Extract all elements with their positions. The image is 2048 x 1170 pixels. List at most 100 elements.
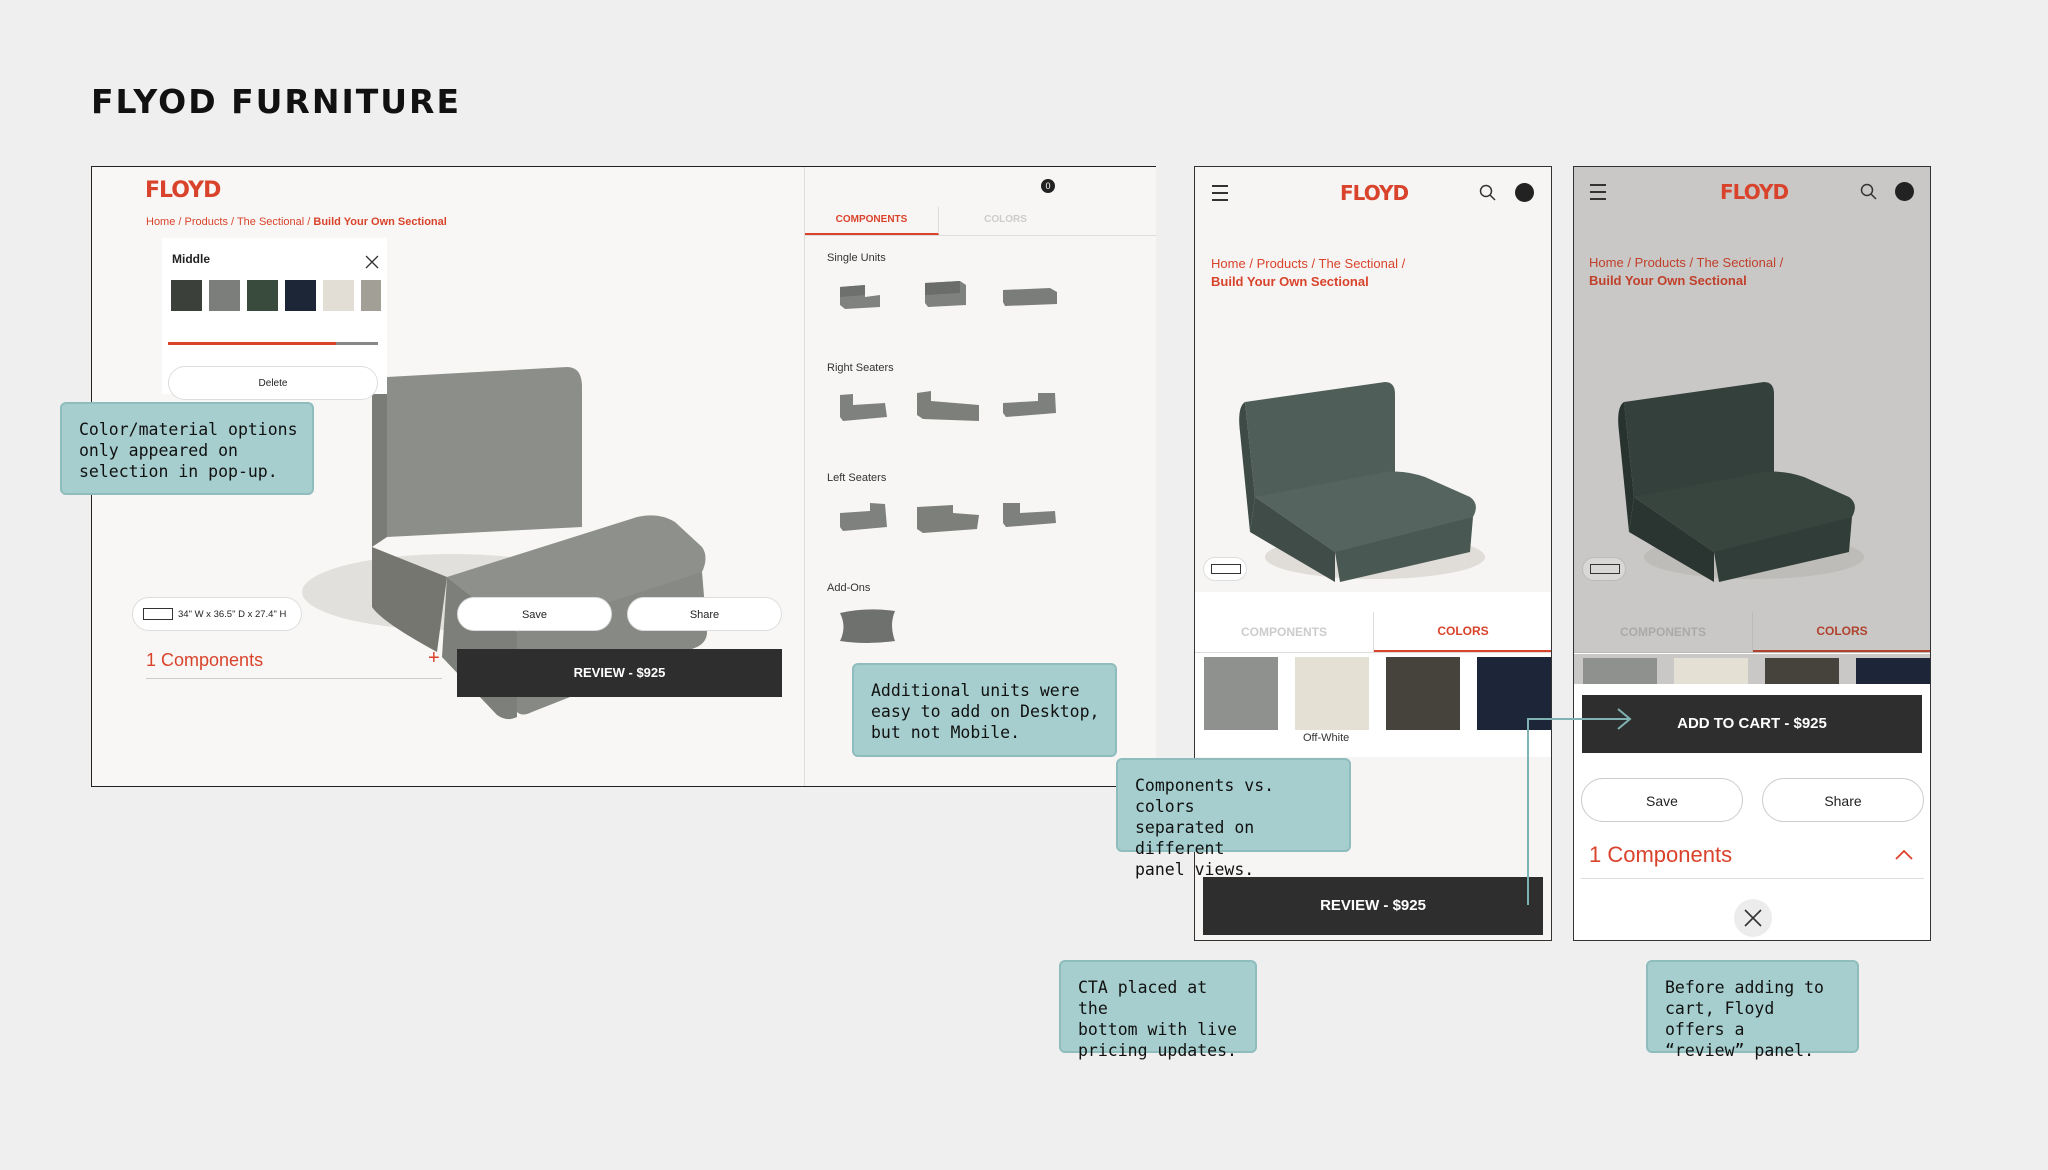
unit-left-seater-1[interactable] [835,499,890,534]
breadcrumb-separator: / [231,216,235,228]
color-swatch-row [1204,657,1551,757]
breadcrumb-home[interactable]: Home [1589,255,1624,270]
menu-icon[interactable] [1590,179,1606,205]
breadcrumb-separator: / [307,216,311,228]
color-swatch[interactable] [1674,658,1748,684]
color-swatch[interactable] [1386,657,1460,730]
annotation-arrow [1527,708,1632,905]
breadcrumb: Home / Products / The Sectional / Build … [1589,254,1849,290]
unit-right-seater-2[interactable] [913,387,983,427]
color-swatch[interactable] [171,280,202,311]
share-button[interactable]: Share [627,597,782,631]
breadcrumb-separator: / [1401,256,1406,271]
breadcrumb-separator: / [1311,256,1316,271]
sofa-3d-preview[interactable] [1614,372,1884,587]
unit-armless-chair[interactable] [835,277,885,312]
note-color-options: Color/material options only appeared on … [60,402,314,495]
breadcrumb-separator: / [1249,256,1253,271]
tab-components[interactable]: COMPONENTS [1195,612,1374,652]
delete-button[interactable]: Delete [168,366,378,400]
breadcrumb: Home / Products / The Sectional / Build … [1211,255,1471,291]
breadcrumb-separator: / [1689,255,1694,270]
unit-right-seater-1[interactable] [835,389,890,424]
chevron-up-icon[interactable] [1894,847,1914,861]
section-left-seaters: Left Seaters [827,472,887,484]
save-button[interactable]: Save [457,597,612,631]
breadcrumb-sectional[interactable]: The Sectional [237,216,304,228]
tab-components[interactable]: COMPONENTS [1574,612,1753,652]
ruler-icon[interactable] [1582,557,1626,581]
dimensions-text: 34" W x 36.5" D x 27.4" H [178,609,287,620]
review-button[interactable]: REVIEW - $925 [1203,877,1543,935]
note-cta: CTA placed at the bottom with live prici… [1059,960,1257,1060]
dimensions-pill[interactable]: 34" W x 36.5" D x 27.4" H [132,597,302,631]
unit-right-seater-3[interactable] [1000,389,1060,424]
cart-icon[interactable] [1895,182,1914,201]
breadcrumb-current: Build Your Own Sectional [1211,274,1369,289]
color-swatch[interactable] [361,280,381,311]
share-button[interactable]: Share [1762,778,1924,822]
breadcrumb-sectional[interactable]: The Sectional [1319,256,1399,271]
floyd-logo[interactable]: FLOYD [1720,180,1789,204]
breadcrumb-products[interactable]: Products [185,216,228,228]
note-additional-units: Additional units were easy to add on Des… [852,663,1117,757]
breadcrumb-products[interactable]: Products [1635,255,1686,270]
cart-icon[interactable]: 0 [1041,179,1055,193]
color-swatch[interactable] [1856,658,1930,684]
color-swatch[interactable] [1765,658,1839,684]
swatch-scrollbar-thumb[interactable] [168,342,336,345]
components-summary[interactable]: 1 Components [146,650,263,671]
panel-tabs: COMPONENTS COLORS [805,207,1156,236]
tab-components[interactable]: COMPONENTS [805,207,939,235]
breadcrumb-home[interactable]: Home [1211,256,1246,271]
unit-left-seater-3[interactable] [1000,499,1060,534]
tab-colors[interactable]: COLORS [939,207,1072,233]
breadcrumb: Home / Products / The Sectional / Build … [146,216,447,228]
tab-colors[interactable]: COLORS [1374,612,1551,652]
breadcrumb-separator: / [1779,255,1784,270]
breadcrumb-separator: / [1627,255,1631,270]
breadcrumb-sectional[interactable]: The Sectional [1697,255,1777,270]
search-icon[interactable] [1860,183,1878,201]
breadcrumb-current: Build Your Own Sectional [313,216,447,228]
divider [146,678,442,679]
unit-corner[interactable] [920,275,970,310]
color-swatch[interactable] [209,280,240,311]
color-swatch[interactable] [247,280,278,311]
color-swatch-row [1583,658,1930,684]
unit-ottoman[interactable] [1000,282,1060,310]
review-button[interactable]: REVIEW - $925 [457,649,782,697]
color-swatch[interactable] [1204,657,1278,730]
color-swatch[interactable] [323,280,354,311]
floyd-logo[interactable]: FLOYD [145,178,221,203]
section-right-seaters: Right Seaters [827,362,894,374]
ruler-icon[interactable] [1203,557,1247,581]
breadcrumb-separator: / [178,216,182,228]
unit-left-seater-2[interactable] [913,499,983,539]
note-review-panel: Before adding to cart, Floyd offers a “r… [1646,960,1859,1060]
unit-pillow[interactable] [835,605,900,647]
cart-icon[interactable] [1515,183,1534,202]
ruler-icon [143,608,173,621]
sofa-3d-preview[interactable] [1235,372,1505,587]
swatch-scrollbar[interactable] [168,342,378,345]
section-add-ons: Add-Ons [827,582,871,594]
close-icon[interactable] [364,254,380,270]
popup-title: Middle [172,252,210,266]
search-icon[interactable] [1479,184,1497,202]
floyd-logo[interactable]: FLOYD [1340,181,1409,205]
add-component-icon[interactable]: + [428,647,440,670]
color-swatch[interactable] [1295,657,1369,730]
color-swatch[interactable] [285,280,316,311]
tab-colors[interactable]: COLORS [1753,612,1930,652]
menu-icon[interactable] [1212,180,1228,206]
panel-tabs: COMPONENTS COLORS [1574,612,1930,653]
note-components-vs-colors: Components vs. colors separated on diffe… [1116,758,1351,879]
section-single-units: Single Units [827,252,886,264]
color-swatch[interactable] [1583,658,1657,684]
panel-tabs: COMPONENTS COLORS [1195,612,1551,653]
breadcrumb-home[interactable]: Home [146,216,175,228]
breadcrumb-products[interactable]: Products [1257,256,1308,271]
close-icon[interactable] [1734,899,1772,937]
color-popup: Middle Delete [162,238,387,400]
